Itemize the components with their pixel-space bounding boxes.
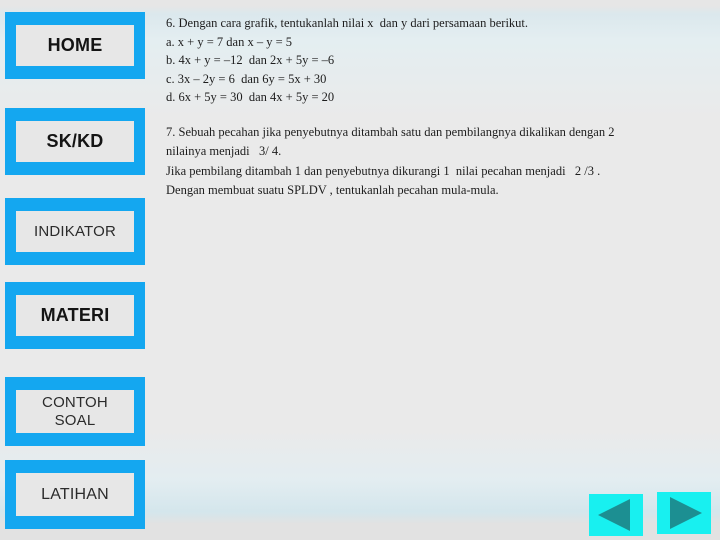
sidebar-item-latihan[interactable]: LATIHAN bbox=[5, 460, 145, 529]
question-6: 6. Dengan cara grafik, tentukanlah nilai… bbox=[166, 14, 706, 107]
sidebar-navigation: HOME SK/KD INDIKATOR MATERI CONTOH SOAL bbox=[0, 0, 152, 540]
sidebar-item-label: LATIHAN bbox=[41, 486, 109, 503]
question-7: 7. Sebuah pecahan jika penyebutnya ditam… bbox=[166, 123, 706, 201]
triangle-left-icon bbox=[589, 494, 643, 536]
question-line: b. 4x + y = –12 dan 2x + 5y = –6 bbox=[166, 53, 335, 68]
question-line: d. 6x + 5y = 30 dan 4x + 5y = 20 bbox=[166, 90, 335, 105]
question-line: Dengan membuat suatu SPLDV , tentukanlah… bbox=[166, 183, 499, 198]
question-line: 6. Dengan cara grafik, tentukanlah nilai… bbox=[166, 16, 529, 30]
sidebar-item-label: INDIKATOR bbox=[33, 223, 117, 240]
question-line: nilainya menjadi 3/ 4. bbox=[166, 144, 282, 159]
slide-content: 6. Dengan cara grafik, tentukanlah nilai… bbox=[166, 14, 706, 201]
question-line: c. 3x – 2y = 6 dan 6y = 5x + 30 bbox=[166, 71, 327, 86]
next-slide-button[interactable] bbox=[657, 492, 711, 534]
sidebar-item-skkd[interactable]: SK/KD bbox=[5, 108, 145, 175]
slide-canvas: HOME SK/KD INDIKATOR MATERI CONTOH SOAL bbox=[0, 0, 720, 540]
sidebar-item-label: MATERI bbox=[40, 305, 110, 325]
button-face: LATIHAN bbox=[16, 473, 134, 516]
question-line: 7. Sebuah pecahan jika penyebutnya ditam… bbox=[166, 124, 615, 139]
sidebar-item-contoh-soal[interactable]: CONTOH SOAL bbox=[5, 377, 145, 446]
button-face: CONTOH SOAL bbox=[16, 390, 134, 433]
sidebar-item-materi[interactable]: MATERI bbox=[5, 282, 145, 349]
question-line: Jika pembilang ditambah 1 dan penyebutny… bbox=[166, 163, 601, 178]
sidebar-item-label: SK/KD bbox=[46, 131, 104, 151]
button-face: INDIKATOR bbox=[16, 211, 134, 252]
sidebar-item-label: CONTOH SOAL bbox=[42, 393, 108, 429]
button-face: HOME bbox=[16, 25, 134, 66]
sidebar-item-indikator[interactable]: INDIKATOR bbox=[5, 198, 145, 265]
sidebar-item-home[interactable]: HOME bbox=[5, 12, 145, 79]
previous-slide-button[interactable] bbox=[589, 494, 643, 536]
question-line: a. x + y = 7 dan x – y = 5 bbox=[166, 34, 292, 49]
button-face: SK/KD bbox=[16, 121, 134, 162]
sidebar-item-label: HOME bbox=[47, 35, 103, 55]
button-face: MATERI bbox=[16, 295, 134, 336]
triangle-right-icon bbox=[657, 492, 711, 534]
